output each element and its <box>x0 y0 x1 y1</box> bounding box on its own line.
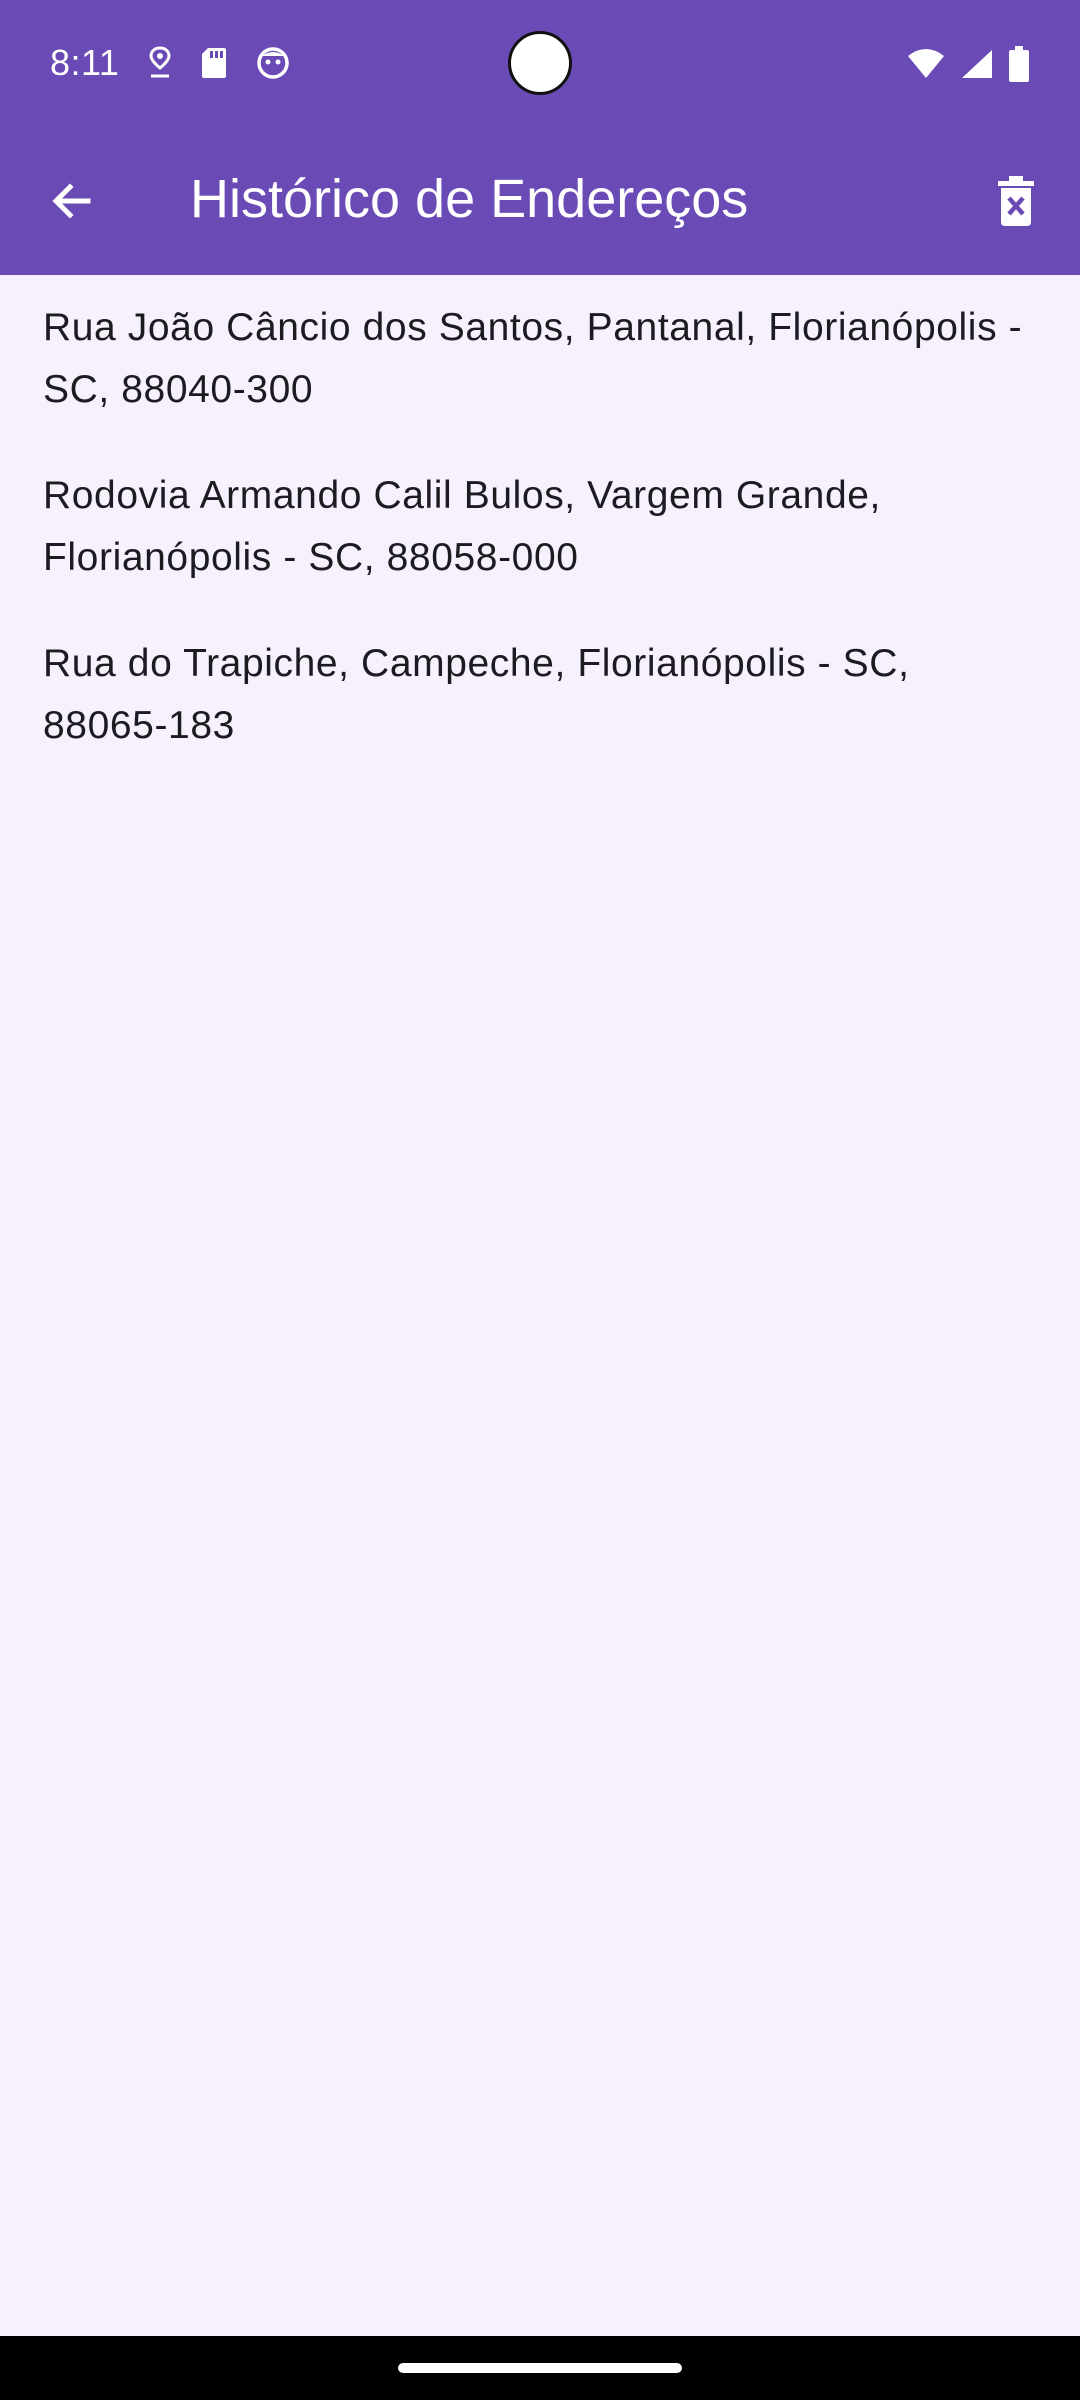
cellular-signal-icon <box>960 48 994 85</box>
status-bar: 8:11 <box>0 0 1080 128</box>
page-title: Histórico de Endereços <box>190 169 749 229</box>
camera-cutout <box>508 31 572 95</box>
address-item[interactable]: Rua do Trapiche, Campeche, Florianópolis… <box>0 611 1080 779</box>
delete-history-button[interactable] <box>978 165 1054 241</box>
address-list: Rua João Câncio dos Santos, Pantanal, Fl… <box>0 275 1080 779</box>
delete-icon <box>996 175 1036 231</box>
back-button[interactable] <box>34 165 110 241</box>
address-item[interactable]: Rua João Câncio dos Santos, Pantanal, Fl… <box>0 275 1080 443</box>
navigation-bar <box>0 2336 1080 2400</box>
face-icon <box>256 46 290 80</box>
app-bar: Histórico de Endereços <box>0 128 1080 275</box>
home-indicator[interactable] <box>398 2363 682 2373</box>
wifi-icon <box>906 48 946 85</box>
location-pin-icon <box>148 46 172 80</box>
sd-card-icon <box>200 46 228 80</box>
battery-icon <box>1008 46 1030 87</box>
status-icons-right <box>906 46 1030 87</box>
status-icons-left <box>148 46 290 80</box>
address-item[interactable]: Rodovia Armando Calil Bulos, Vargem Gran… <box>0 443 1080 611</box>
status-time: 8:11 <box>50 42 120 83</box>
arrow-back-icon <box>48 177 96 230</box>
